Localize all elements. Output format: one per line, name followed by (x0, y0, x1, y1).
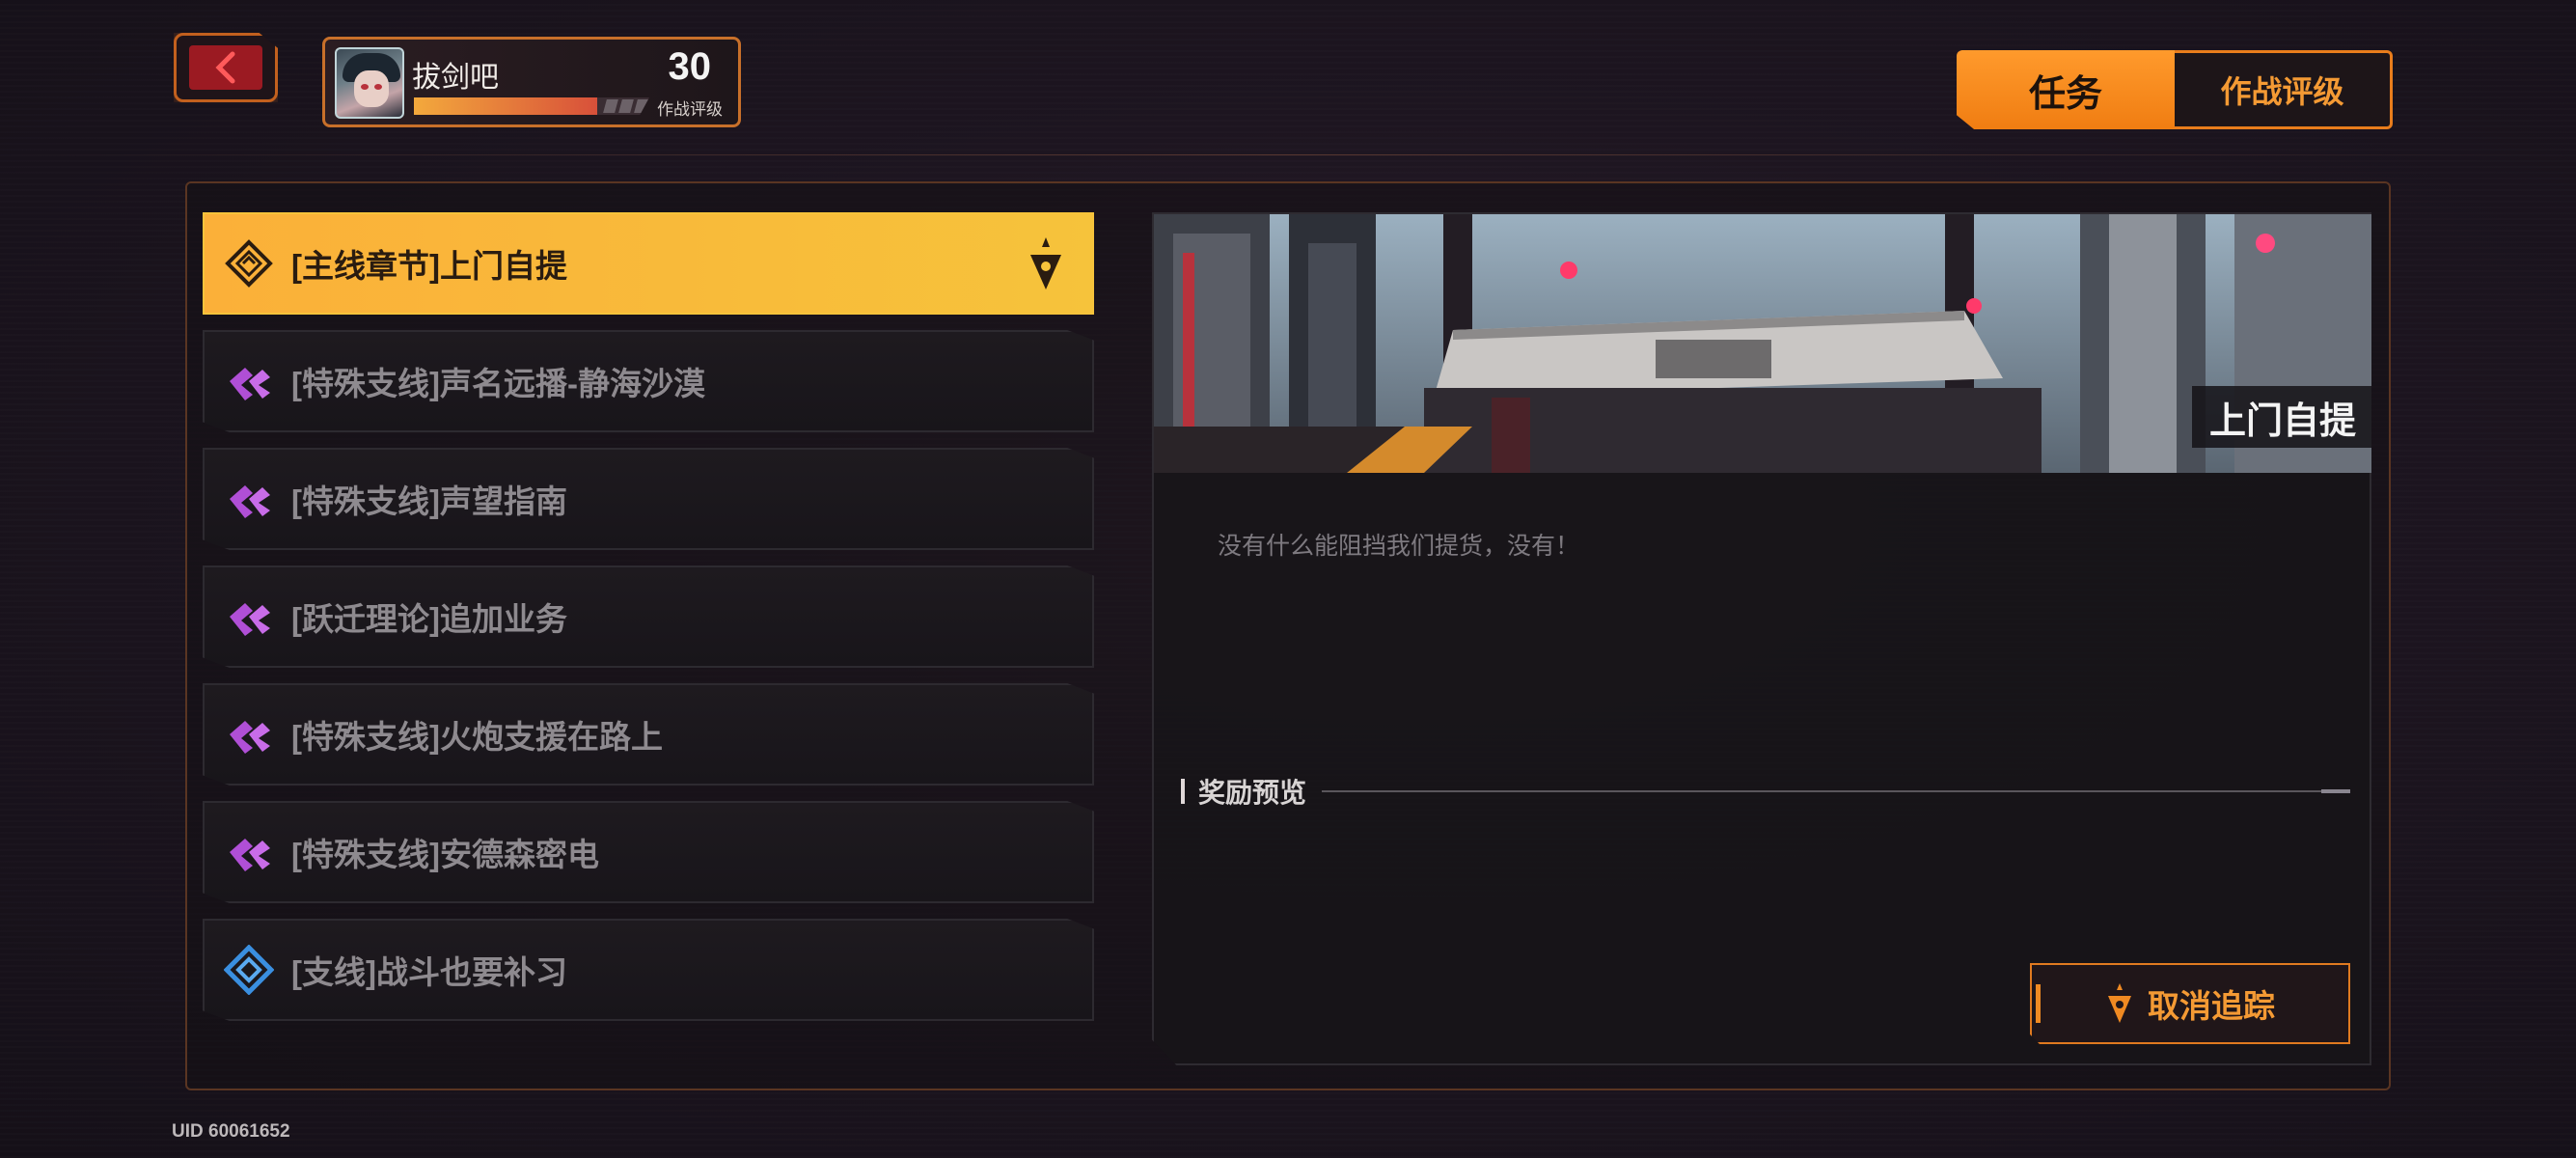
cancel-tracking-button[interactable]: 取消追踪 (2030, 963, 2350, 1044)
quest-label: [特殊支线]声望指南 (291, 483, 567, 519)
reward-divider (1322, 789, 2350, 793)
quest-description: 没有什么能阻挡我们提货，没有！ (1218, 533, 1580, 560)
special-quest-icon (224, 827, 274, 877)
side-quest-icon (224, 945, 274, 995)
reward-preview-header: 奖励预览 (1181, 772, 2350, 811)
back-button-face (189, 45, 262, 90)
quest-label: [支线]战斗也要补习 (291, 954, 567, 990)
quest-label: [特殊支线]声名远播-静海沙漠 (291, 366, 705, 401)
quest-list: [主线章节]上门自提 [特殊支线]声名远播-静海沙漠 [特殊支线]声望指南 [跃… (203, 212, 1094, 1036)
player-level-label: 作战评级 (657, 100, 723, 119)
tracking-icon (1027, 235, 1065, 300)
quest-item-special[interactable]: [特殊支线]声望指南 (203, 448, 1094, 550)
chevron-left-icon (215, 51, 235, 84)
special-quest-icon (224, 474, 274, 524)
quest-banner-image: 上门自提 (1154, 214, 2371, 473)
quest-label: [特殊支线]火炮支援在路上 (291, 719, 663, 755)
quest-item-special[interactable]: [跃迁理论]追加业务 (203, 565, 1094, 668)
back-button[interactable] (174, 33, 278, 102)
main-quest-icon (224, 238, 274, 289)
reward-preview-title: 奖励预览 (1198, 778, 1307, 808)
special-quest-icon (224, 592, 274, 642)
quest-item-special[interactable]: [特殊支线]声名远播-静海沙漠 (203, 330, 1094, 432)
user-id: UID 60061652 (172, 1121, 290, 1142)
tracking-icon (2108, 983, 2131, 1023)
header-divider (0, 154, 2576, 155)
cancel-tracking-label: 取消追踪 (2148, 988, 2275, 1024)
tab-tasks[interactable]: 任务 (1957, 50, 2175, 129)
quest-item-side[interactable]: [支线]战斗也要补习 (203, 919, 1094, 1021)
banner-title: 上门自提 (2191, 386, 2371, 448)
quest-label: [跃迁理论]追加业务 (291, 601, 567, 637)
player-profile[interactable]: 拔剑吧 30 作战评级 (322, 37, 741, 127)
special-quest-icon (224, 356, 274, 406)
quest-label: [特殊支线]安德森密电 (291, 837, 599, 872)
player-level: 30 (668, 45, 712, 88)
xp-progress-bar (414, 97, 649, 115)
quest-item-special[interactable]: [特殊支线]安德森密电 (203, 801, 1094, 903)
top-tab-bar: 任务 作战评级 (1957, 50, 2393, 129)
player-name: 拔剑吧 (412, 62, 499, 94)
quest-item-main[interactable]: [主线章节]上门自提 (203, 212, 1094, 315)
quest-label: [主线章节]上门自提 (291, 248, 567, 284)
quest-panel: [主线章节]上门自提 [特殊支线]声名远播-静海沙漠 [特殊支线]声望指南 [跃… (185, 181, 2391, 1090)
xp-progress-fill (414, 97, 598, 115)
quest-detail-panel: 上门自提 没有什么能阻挡我们提货，没有！ 奖励预览 取消追踪 (1152, 212, 2371, 1065)
tab-combat-rating[interactable]: 作战评级 (2175, 50, 2393, 129)
special-quest-icon (224, 709, 274, 759)
quest-item-special[interactable]: [特殊支线]火炮支援在路上 (203, 683, 1094, 786)
avatar (335, 47, 404, 119)
